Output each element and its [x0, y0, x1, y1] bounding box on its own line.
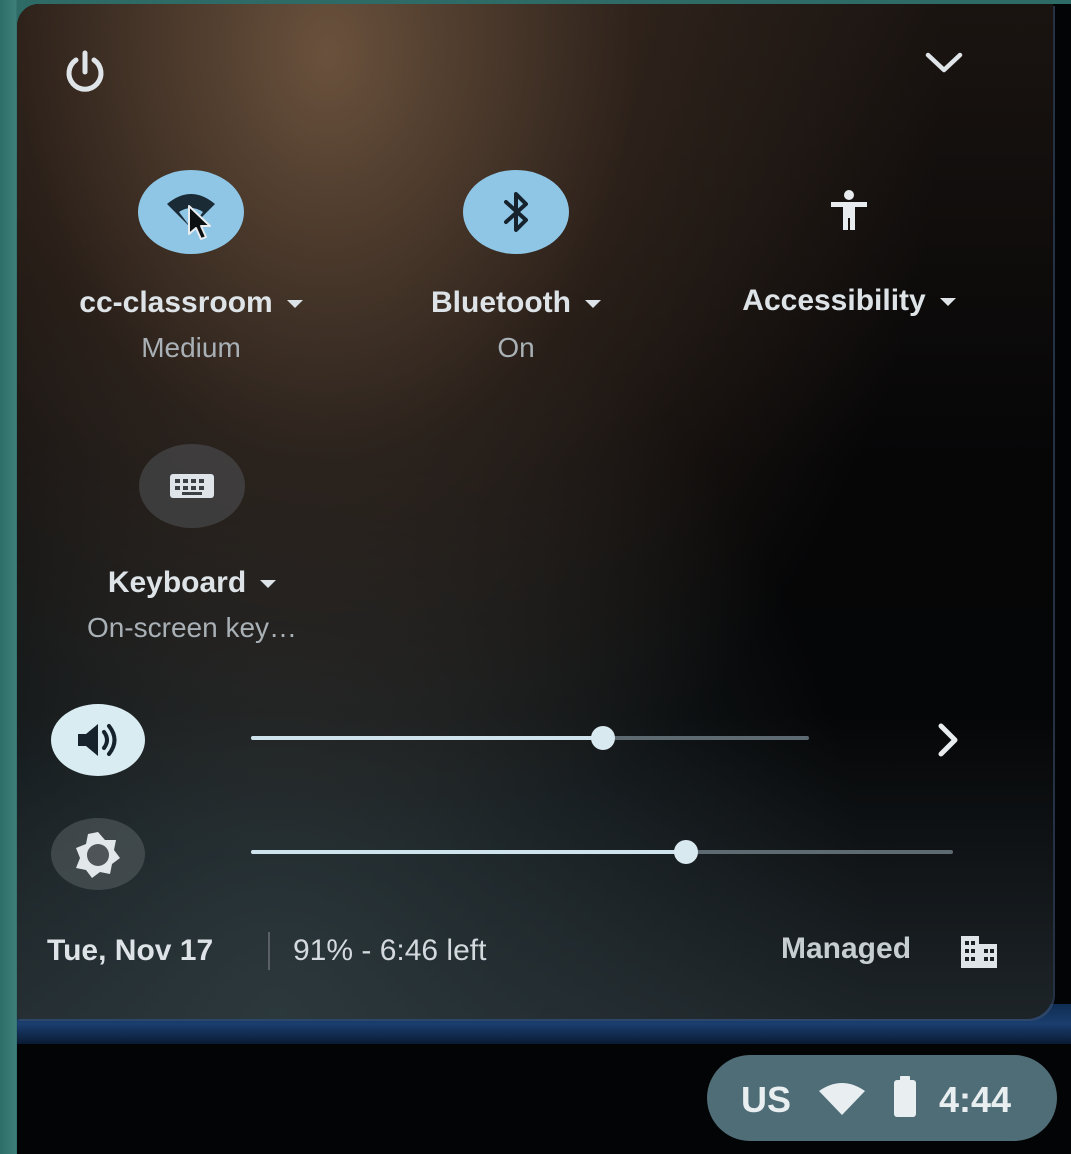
volume-slider[interactable]	[251, 726, 809, 750]
volume-slider-fill	[251, 736, 603, 740]
battery-status: 91% - 6:46 left	[293, 934, 487, 967]
ime-language-label: US	[741, 1079, 792, 1120]
keyboard-status: On-screen key…	[86, 612, 298, 643]
chevron-right-icon	[938, 723, 958, 757]
wifi-status-icon	[819, 1083, 865, 1115]
brightness-slider-thumb[interactable]	[674, 840, 699, 864]
accessibility-toggle[interactable]	[796, 168, 902, 252]
enterprise-building-icon[interactable]	[959, 934, 999, 970]
network-name: cc-classroom	[79, 286, 273, 319]
bluetooth-label-row[interactable]: Bluetooth	[431, 286, 601, 320]
accessibility-tile[interactable]: Accessibility	[723, 168, 975, 318]
chevron-down-icon	[925, 52, 963, 73]
brightness-slider-fill	[251, 850, 687, 854]
audio-settings-button[interactable]	[929, 718, 969, 762]
clock: 4:44	[939, 1079, 1012, 1120]
managed-label[interactable]: Managed	[781, 932, 911, 966]
brightness-slider[interactable]	[251, 840, 953, 864]
screen: cc-classroom Medium Bluetooth On Accessi…	[17, 4, 1071, 1154]
bluetooth-tile[interactable]: Bluetooth On	[403, 170, 629, 364]
power-button[interactable]	[61, 48, 109, 96]
accessibility-icon	[831, 190, 867, 230]
bluetooth-status: On	[497, 332, 535, 363]
quick-settings-footer: Tue, Nov 17 91% - 6:46 left Managed	[17, 926, 1053, 976]
network-label-row[interactable]: cc-classroom	[79, 286, 303, 320]
keyboard-toggle[interactable]	[139, 444, 245, 528]
volume-icon	[78, 724, 117, 756]
volume-mute-button[interactable]	[51, 704, 145, 776]
accessibility-label: Accessibility	[742, 284, 926, 317]
bluetooth-toggle[interactable]	[463, 170, 569, 254]
dropdown-arrow-icon	[939, 298, 956, 306]
keyboard-label: Keyboard	[107, 566, 247, 599]
network-toggle[interactable]	[138, 170, 244, 254]
keyboard-label-row[interactable]: Keyboard	[107, 566, 277, 600]
dropdown-arrow-icon	[584, 300, 601, 308]
status-area-button[interactable]: US 4:44	[707, 1055, 1057, 1141]
brightness-button[interactable]	[51, 818, 145, 890]
accessibility-label-row[interactable]: Accessibility	[742, 284, 956, 318]
power-icon	[66, 50, 104, 92]
battery-icon	[894, 1076, 916, 1117]
footer-divider	[268, 932, 270, 970]
network-tile[interactable]: cc-classroom Medium	[59, 170, 323, 364]
wifi-icon	[167, 194, 215, 240]
bluetooth-icon	[504, 192, 528, 232]
collapse-button[interactable]	[919, 42, 969, 84]
keyboard-tile[interactable]: Keyboard On-screen key…	[67, 444, 317, 644]
keyboard-icon	[170, 474, 214, 498]
network-strength: Medium	[141, 332, 241, 363]
bluetooth-label: Bluetooth	[431, 286, 571, 319]
quick-settings-panel: cc-classroom Medium Bluetooth On Accessi…	[17, 4, 1053, 1019]
dropdown-arrow-icon	[260, 580, 277, 588]
date-label: Tue, Nov 17	[47, 934, 214, 967]
dropdown-arrow-icon	[286, 300, 303, 308]
brightness-icon	[76, 832, 120, 878]
volume-slider-thumb[interactable]	[590, 726, 615, 750]
